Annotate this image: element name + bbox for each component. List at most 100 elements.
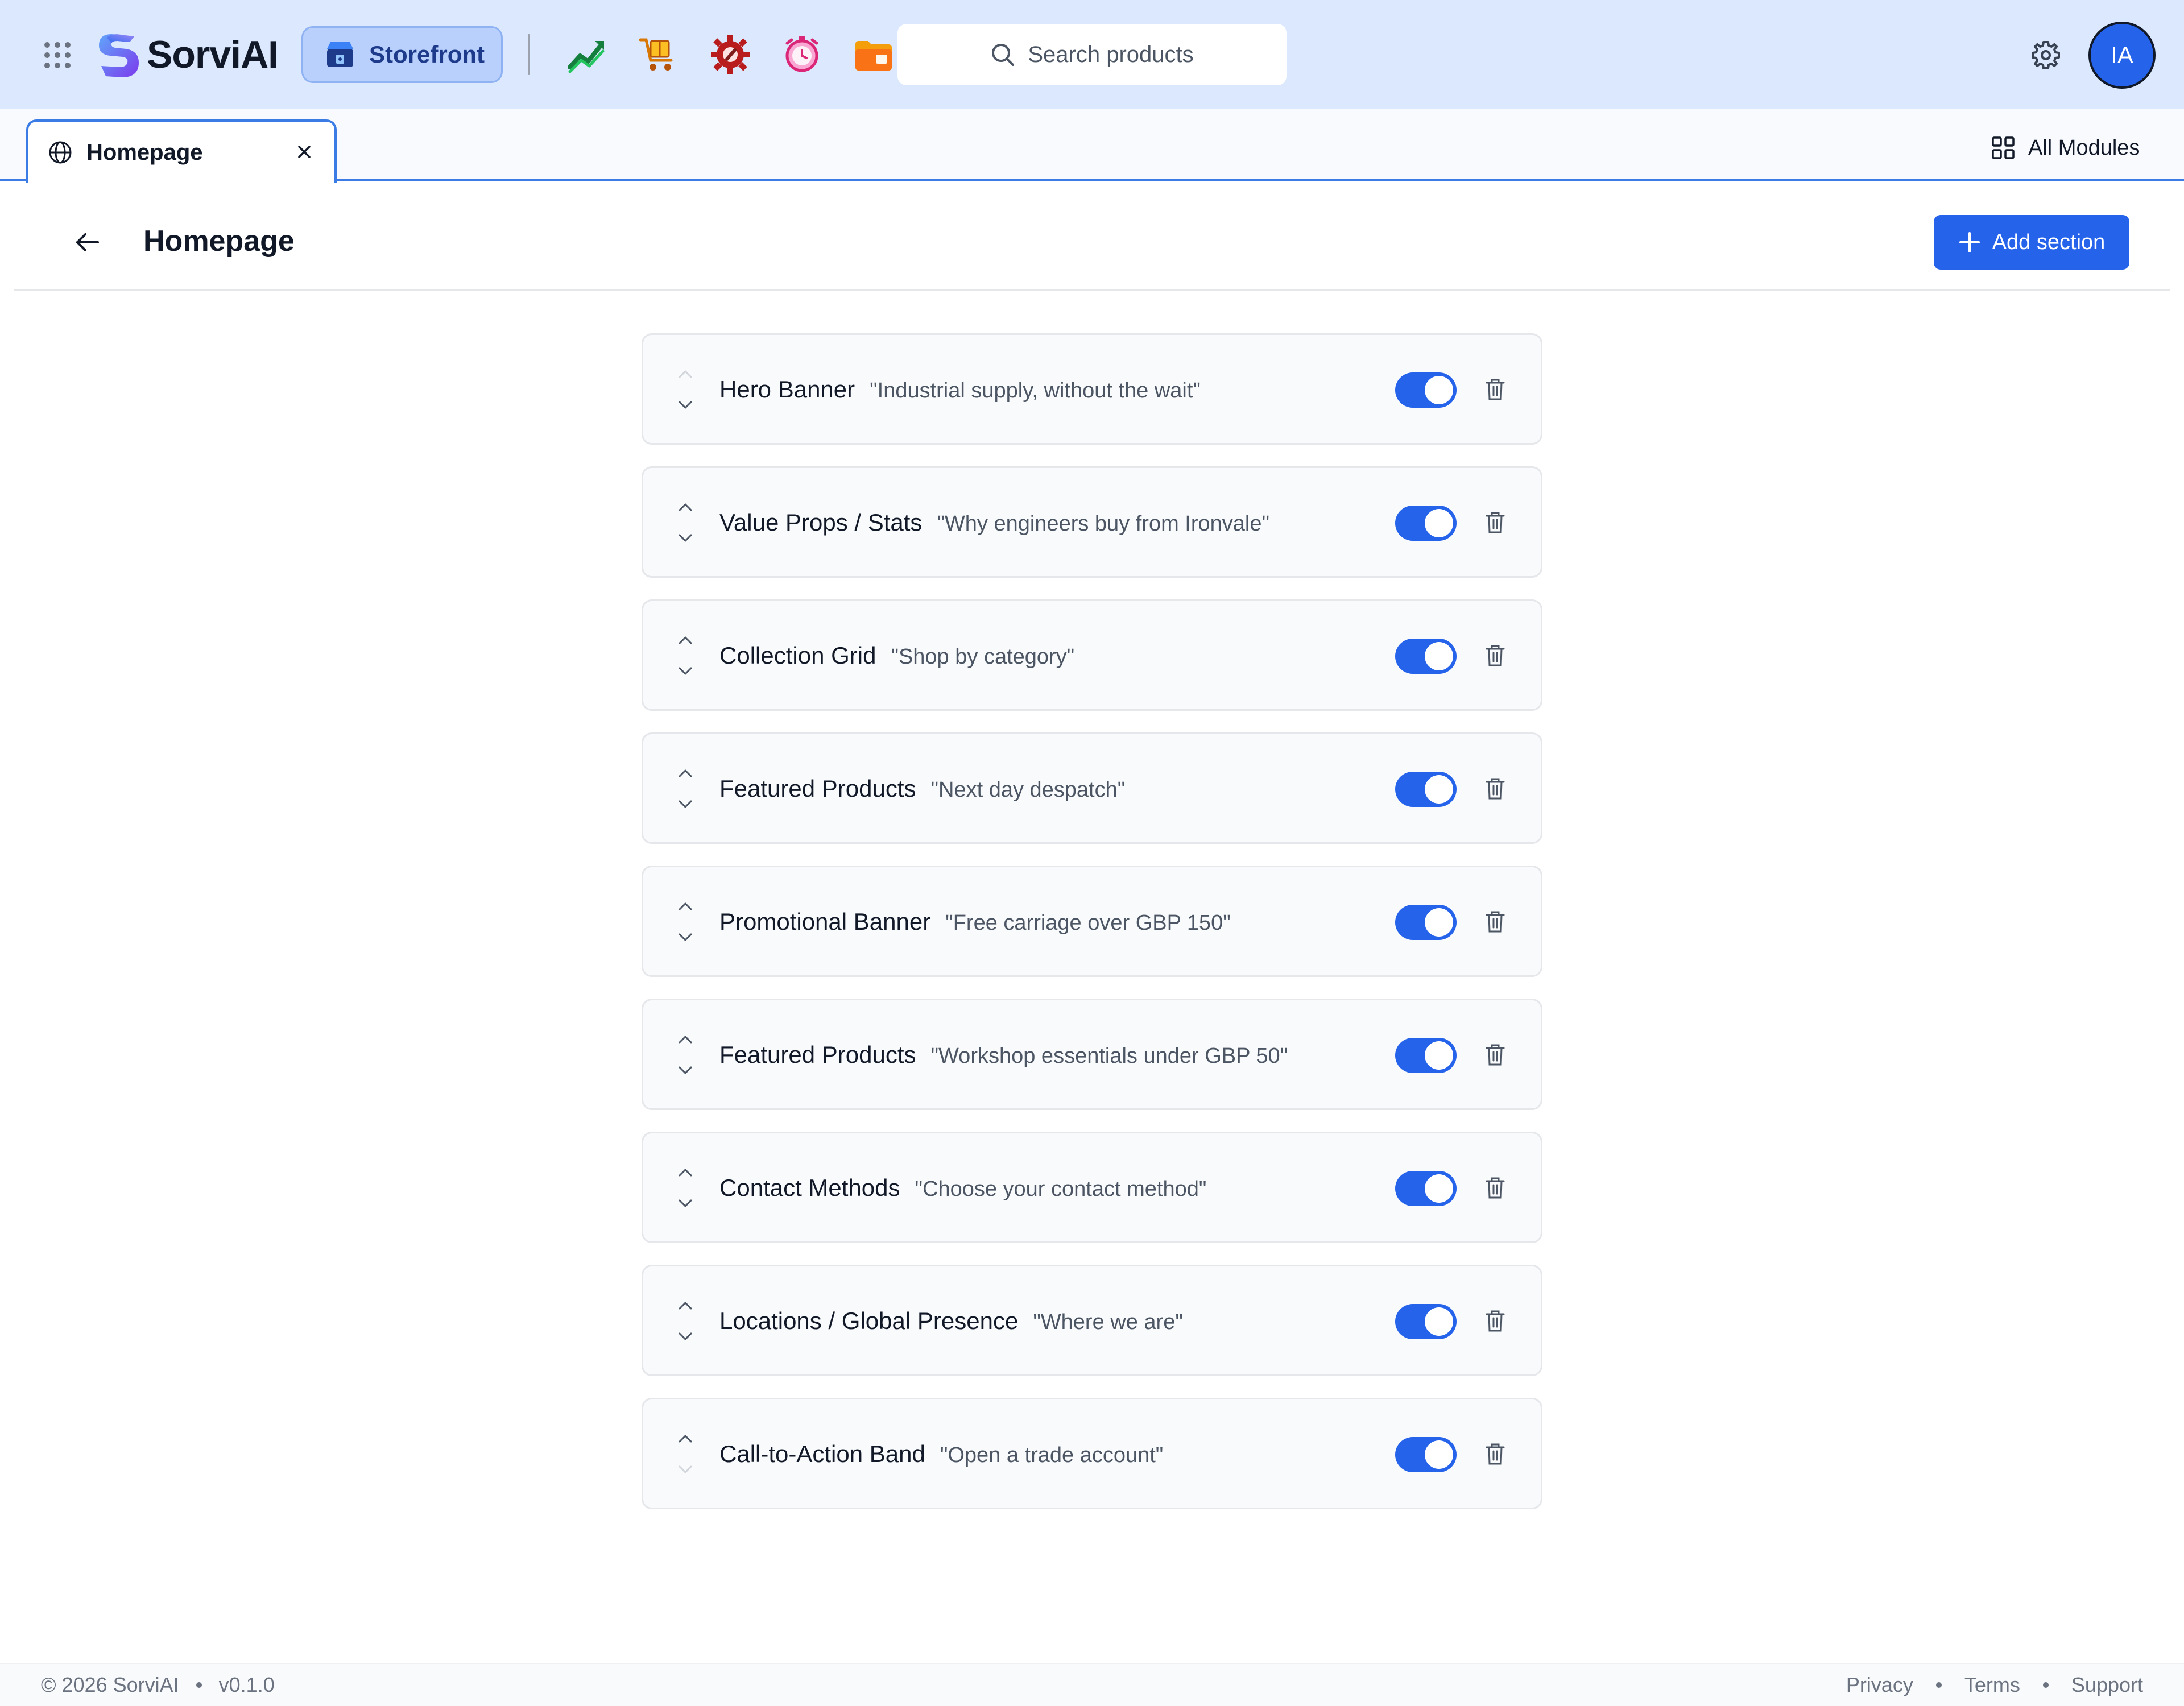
trash-icon[interactable] (1485, 378, 1505, 401)
top-bar: SorviAI Storefront Search products IA (0, 0, 2184, 109)
toggle-knob (1425, 376, 1453, 404)
section-text: Hero Banner "Industrial supply, without … (719, 376, 1201, 403)
chevron-down-icon[interactable] (676, 399, 694, 411)
page-header: Homepage Add section (14, 181, 2170, 291)
copyright-text: © 2026 SorviAI (41, 1673, 179, 1696)
globe-icon (49, 141, 72, 164)
section-text: Call-to-Action Band "Open a trade accoun… (719, 1440, 1163, 1468)
section-visibility-toggle[interactable] (1395, 639, 1457, 674)
chevron-down-icon[interactable] (676, 798, 694, 810)
section-name: Locations / Global Presence (719, 1307, 1019, 1334)
chevron-down-icon[interactable] (676, 532, 694, 544)
support-link[interactable]: Support (2071, 1673, 2143, 1697)
section-text: Collection Grid "Shop by category" (719, 642, 1074, 669)
section-text: Featured Products "Workshop essentials u… (719, 1041, 1288, 1069)
section-row[interactable]: Contact Methods "Choose your contact met… (642, 1132, 1542, 1243)
timekeeping-icon[interactable] (781, 34, 822, 75)
section-subtitle: "Industrial supply, without the wait" (870, 379, 1201, 403)
trash-icon[interactable] (1485, 777, 1505, 800)
toggle-knob (1425, 908, 1453, 937)
settings-gear-icon[interactable] (2030, 40, 2061, 71)
section-visibility-toggle[interactable] (1395, 1171, 1457, 1206)
section-row[interactable]: Featured Products "Next day despatch" (642, 732, 1542, 844)
trash-icon[interactable] (1485, 644, 1505, 667)
search-input[interactable]: Search products (897, 24, 1287, 85)
chevron-up-icon[interactable] (676, 767, 694, 780)
toggle-knob (1425, 509, 1453, 537)
section-row[interactable]: Hero Banner "Industrial supply, without … (642, 333, 1542, 445)
brand-logo[interactable]: SorviAI (94, 28, 279, 81)
section-visibility-toggle[interactable] (1395, 905, 1457, 940)
storefront-icon (327, 42, 353, 67)
section-row[interactable]: Locations / Global Presence "Where we ar… (642, 1265, 1542, 1376)
section-row[interactable]: Call-to-Action Band "Open a trade accoun… (642, 1398, 1542, 1509)
section-name: Featured Products (719, 775, 916, 802)
section-name: Value Props / Stats (719, 509, 923, 536)
chevron-down-icon[interactable] (676, 1330, 694, 1343)
trash-icon[interactable] (1485, 1177, 1505, 1199)
section-text: Value Props / Stats "Why engineers buy f… (719, 509, 1269, 536)
chevron-down-icon[interactable] (676, 665, 694, 677)
section-row[interactable]: Collection Grid "Shop by category" (642, 599, 1542, 711)
section-visibility-toggle[interactable] (1395, 1437, 1457, 1472)
search-placeholder: Search products (1028, 42, 1194, 67)
add-section-label: Add section (1992, 230, 2106, 254)
chevron-up-icon[interactable] (676, 1432, 694, 1445)
reorder-controls (676, 368, 694, 416)
section-row[interactable]: Featured Products "Workshop essentials u… (642, 999, 1542, 1110)
section-visibility-toggle[interactable] (1395, 372, 1457, 408)
section-row[interactable]: Value Props / Stats "Why engineers buy f… (642, 466, 1542, 578)
chevron-up-icon[interactable] (676, 1033, 694, 1046)
trash-icon[interactable] (1485, 910, 1505, 933)
chevron-up-icon[interactable] (676, 900, 694, 913)
user-avatar[interactable]: IA (2088, 22, 2156, 89)
back-arrow-icon[interactable] (73, 227, 102, 257)
section-name: Hero Banner (719, 376, 855, 403)
chevron-up-icon[interactable] (676, 501, 694, 514)
section-visibility-toggle[interactable] (1395, 506, 1457, 541)
section-row[interactable]: Promotional Banner "Free carriage over G… (642, 866, 1542, 977)
files-icon[interactable] (853, 34, 894, 75)
reorder-controls (676, 900, 694, 948)
storefront-module-button[interactable]: Storefront (301, 26, 503, 83)
chevron-down-icon[interactable] (676, 1197, 694, 1210)
section-subtitle: "Free carriage over GBP 150" (945, 911, 1231, 935)
trash-icon[interactable] (1485, 1044, 1505, 1066)
trash-icon[interactable] (1485, 511, 1505, 534)
tab-homepage[interactable]: Homepage (26, 119, 337, 183)
storefront-label: Storefront (369, 41, 485, 68)
section-text: Contact Methods "Choose your contact met… (719, 1174, 1206, 1202)
analytics-icon[interactable] (566, 34, 607, 75)
chevron-up-icon[interactable] (676, 1299, 694, 1312)
reorder-controls (676, 767, 694, 815)
chevron-up-icon[interactable] (676, 634, 694, 647)
section-subtitle: "Next day despatch" (930, 778, 1126, 802)
reorder-controls (676, 1299, 694, 1347)
section-name: Collection Grid (719, 642, 876, 669)
privacy-link[interactable]: Privacy (1846, 1673, 1913, 1697)
section-visibility-toggle[interactable] (1395, 772, 1457, 807)
section-visibility-toggle[interactable] (1395, 1304, 1457, 1339)
toggle-knob (1425, 1440, 1453, 1469)
toggle-knob (1425, 1307, 1453, 1336)
trash-icon[interactable] (1485, 1443, 1505, 1465)
chevron-up-icon[interactable] (676, 1166, 694, 1179)
terms-link[interactable]: Terms (1964, 1673, 2020, 1697)
add-section-button[interactable]: Add section (1934, 215, 2129, 270)
chevron-down-icon[interactable] (676, 931, 694, 943)
section-text: Promotional Banner "Free carriage over G… (719, 908, 1231, 935)
close-icon[interactable] (295, 142, 314, 162)
service-icon[interactable] (710, 34, 751, 75)
tab-bar: Homepage All Modules (0, 109, 2184, 183)
section-visibility-toggle[interactable] (1395, 1038, 1457, 1073)
plus-icon (1959, 232, 1980, 252)
trash-icon[interactable] (1485, 1310, 1505, 1332)
chevron-up-icon[interactable] (676, 368, 694, 380)
tab-label: Homepage (86, 139, 203, 165)
app-launcher-icon[interactable] (44, 42, 71, 68)
procurement-icon[interactable] (638, 34, 679, 75)
chevron-down-icon[interactable] (676, 1463, 694, 1476)
chevron-down-icon[interactable] (676, 1064, 694, 1076)
reorder-controls (676, 501, 694, 549)
all-modules-button[interactable]: All Modules (1991, 132, 2140, 164)
